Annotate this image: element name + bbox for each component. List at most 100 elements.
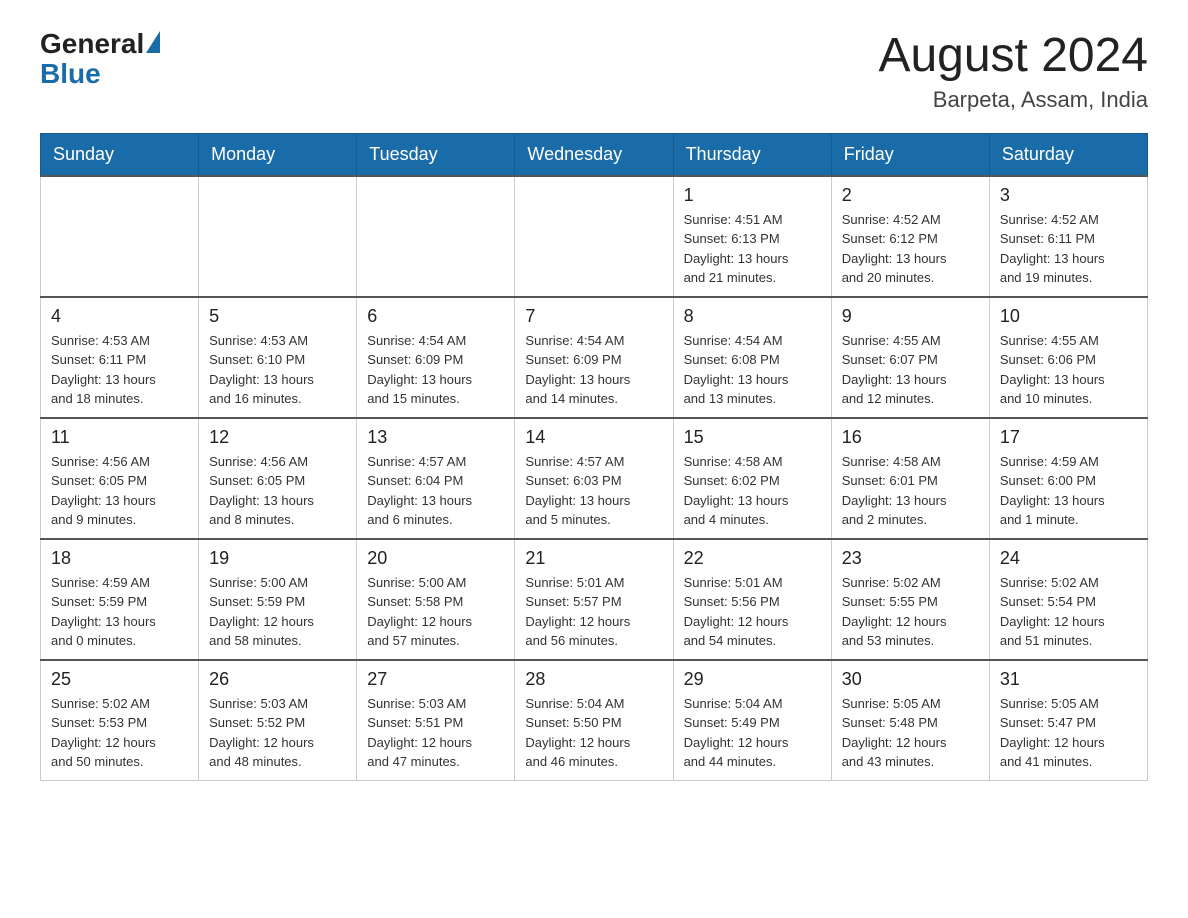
calendar-table: SundayMondayTuesdayWednesdayThursdayFrid…	[40, 133, 1148, 781]
calendar-cell: 1 Sunrise: 4:51 AMSunset: 6:13 PMDaylight…	[673, 176, 831, 297]
day-info: Sunrise: 4:54 AMSunset: 6:09 PMDaylight:…	[525, 331, 662, 409]
day-info: Sunrise: 5:02 AMSunset: 5:55 PMDaylight:…	[842, 573, 979, 651]
day-number: 1	[684, 185, 821, 206]
header-cell-sunday: Sunday	[41, 133, 199, 176]
day-info: Sunrise: 5:05 AMSunset: 5:48 PMDaylight:…	[842, 694, 979, 772]
day-info: Sunrise: 4:58 AMSunset: 6:02 PMDaylight:…	[684, 452, 821, 530]
day-info: Sunrise: 5:01 AMSunset: 5:57 PMDaylight:…	[525, 573, 662, 651]
day-info: Sunrise: 4:56 AMSunset: 6:05 PMDaylight:…	[209, 452, 346, 530]
day-number: 15	[684, 427, 821, 448]
day-number: 10	[1000, 306, 1137, 327]
day-info: Sunrise: 4:52 AMSunset: 6:11 PMDaylight:…	[1000, 210, 1137, 288]
calendar-body: 1 Sunrise: 4:51 AMSunset: 6:13 PMDaylight…	[41, 176, 1148, 781]
day-info: Sunrise: 5:04 AMSunset: 5:49 PMDaylight:…	[684, 694, 821, 772]
day-number: 18	[51, 548, 188, 569]
page-title: August 2024	[878, 30, 1148, 83]
day-number: 16	[842, 427, 979, 448]
day-number: 3	[1000, 185, 1137, 206]
week-row-4: 18 Sunrise: 4:59 AMSunset: 5:59 PMDayligh…	[41, 539, 1148, 660]
day-info: Sunrise: 4:52 AMSunset: 6:12 PMDaylight:…	[842, 210, 979, 288]
header-cell-monday: Monday	[199, 133, 357, 176]
day-info: Sunrise: 4:55 AMSunset: 6:07 PMDaylight:…	[842, 331, 979, 409]
day-info: Sunrise: 5:02 AMSunset: 5:53 PMDaylight:…	[51, 694, 188, 772]
calendar-cell: 28 Sunrise: 5:04 AMSunset: 5:50 PMDayligh…	[515, 660, 673, 781]
calendar-cell: 15 Sunrise: 4:58 AMSunset: 6:02 PMDayligh…	[673, 418, 831, 539]
calendar-cell: 11 Sunrise: 4:56 AMSunset: 6:05 PMDayligh…	[41, 418, 199, 539]
calendar-cell: 13 Sunrise: 4:57 AMSunset: 6:04 PMDayligh…	[357, 418, 515, 539]
day-number: 22	[684, 548, 821, 569]
day-number: 11	[51, 427, 188, 448]
header-cell-friday: Friday	[831, 133, 989, 176]
calendar-cell: 30Sunrise: 5:05 AMSunset: 5:48 PMDayligh…	[831, 660, 989, 781]
calendar-cell: 5 Sunrise: 4:53 AMSunset: 6:10 PMDaylight…	[199, 297, 357, 418]
day-info: Sunrise: 4:57 AMSunset: 6:04 PMDaylight:…	[367, 452, 504, 530]
calendar-cell: 3 Sunrise: 4:52 AMSunset: 6:11 PMDaylight…	[989, 176, 1147, 297]
day-info: Sunrise: 5:05 AMSunset: 5:47 PMDaylight:…	[1000, 694, 1137, 772]
calendar-cell: 22 Sunrise: 5:01 AMSunset: 5:56 PMDayligh…	[673, 539, 831, 660]
calendar-cell	[41, 176, 199, 297]
day-info: Sunrise: 5:03 AMSunset: 5:52 PMDaylight:…	[209, 694, 346, 772]
week-row-1: 1 Sunrise: 4:51 AMSunset: 6:13 PMDaylight…	[41, 176, 1148, 297]
calendar-cell	[515, 176, 673, 297]
header: General Blue August 2024 Barpeta, Assam,…	[40, 30, 1148, 113]
calendar-cell	[357, 176, 515, 297]
day-info: Sunrise: 4:51 AMSunset: 6:13 PMDaylight:…	[684, 210, 821, 288]
day-number: 4	[51, 306, 188, 327]
calendar-cell: 31 Sunrise: 5:05 AMSunset: 5:47 PMDayligh…	[989, 660, 1147, 781]
day-number: 17	[1000, 427, 1137, 448]
calendar-cell: 17 Sunrise: 4:59 AMSunset: 6:00 PMDayligh…	[989, 418, 1147, 539]
day-info: Sunrise: 4:56 AMSunset: 6:05 PMDaylight:…	[51, 452, 188, 530]
calendar-cell: 4 Sunrise: 4:53 AMSunset: 6:11 PMDaylight…	[41, 297, 199, 418]
day-info: Sunrise: 4:53 AMSunset: 6:11 PMDaylight:…	[51, 331, 188, 409]
logo-blue-text: Blue	[40, 58, 101, 89]
location-subtitle: Barpeta, Assam, India	[878, 87, 1148, 113]
day-info: Sunrise: 4:55 AMSunset: 6:06 PMDaylight:…	[1000, 331, 1137, 409]
day-info: Sunrise: 4:57 AMSunset: 6:03 PMDaylight:…	[525, 452, 662, 530]
day-info: Sunrise: 4:58 AMSunset: 6:01 PMDaylight:…	[842, 452, 979, 530]
calendar-cell: 20 Sunrise: 5:00 AMSunset: 5:58 PMDayligh…	[357, 539, 515, 660]
day-number: 29	[684, 669, 821, 690]
day-number: 6	[367, 306, 504, 327]
day-number: 28	[525, 669, 662, 690]
day-number: 25	[51, 669, 188, 690]
calendar-cell: 24Sunrise: 5:02 AMSunset: 5:54 PMDayligh…	[989, 539, 1147, 660]
day-number: 21	[525, 548, 662, 569]
day-info: Sunrise: 5:00 AMSunset: 5:58 PMDaylight:…	[367, 573, 504, 651]
calendar-cell: 8Sunrise: 4:54 AMSunset: 6:08 PMDaylight…	[673, 297, 831, 418]
day-number: 31	[1000, 669, 1137, 690]
day-number: 13	[367, 427, 504, 448]
calendar-cell: 6 Sunrise: 4:54 AMSunset: 6:09 PMDaylight…	[357, 297, 515, 418]
day-number: 9	[842, 306, 979, 327]
day-number: 20	[367, 548, 504, 569]
day-number: 26	[209, 669, 346, 690]
header-cell-wednesday: Wednesday	[515, 133, 673, 176]
day-info: Sunrise: 5:02 AMSunset: 5:54 PMDaylight:…	[1000, 573, 1137, 651]
calendar-cell: 2Sunrise: 4:52 AMSunset: 6:12 PMDaylight…	[831, 176, 989, 297]
day-info: Sunrise: 4:59 AMSunset: 6:00 PMDaylight:…	[1000, 452, 1137, 530]
day-info: Sunrise: 5:04 AMSunset: 5:50 PMDaylight:…	[525, 694, 662, 772]
calendar-cell: 12 Sunrise: 4:56 AMSunset: 6:05 PMDayligh…	[199, 418, 357, 539]
day-number: 7	[525, 306, 662, 327]
header-cell-thursday: Thursday	[673, 133, 831, 176]
calendar-cell: 26 Sunrise: 5:03 AMSunset: 5:52 PMDayligh…	[199, 660, 357, 781]
day-number: 5	[209, 306, 346, 327]
day-info: Sunrise: 4:53 AMSunset: 6:10 PMDaylight:…	[209, 331, 346, 409]
day-info: Sunrise: 5:01 AMSunset: 5:56 PMDaylight:…	[684, 573, 821, 651]
calendar-header: SundayMondayTuesdayWednesdayThursdayFrid…	[41, 133, 1148, 176]
calendar-cell: 14 Sunrise: 4:57 AMSunset: 6:03 PMDayligh…	[515, 418, 673, 539]
day-info: Sunrise: 4:54 AMSunset: 6:09 PMDaylight:…	[367, 331, 504, 409]
week-row-2: 4 Sunrise: 4:53 AMSunset: 6:11 PMDaylight…	[41, 297, 1148, 418]
day-number: 8	[684, 306, 821, 327]
day-info: Sunrise: 4:59 AMSunset: 5:59 PMDaylight:…	[51, 573, 188, 651]
calendar-cell: 9 Sunrise: 4:55 AMSunset: 6:07 PMDaylight…	[831, 297, 989, 418]
calendar-cell: 16 Sunrise: 4:58 AMSunset: 6:01 PMDayligh…	[831, 418, 989, 539]
calendar-cell: 27Sunrise: 5:03 AMSunset: 5:51 PMDayligh…	[357, 660, 515, 781]
calendar-cell	[199, 176, 357, 297]
calendar-cell: 29 Sunrise: 5:04 AMSunset: 5:49 PMDayligh…	[673, 660, 831, 781]
day-number: 23	[842, 548, 979, 569]
logo-general-text: General	[40, 30, 144, 58]
day-number: 12	[209, 427, 346, 448]
header-row: SundayMondayTuesdayWednesdayThursdayFrid…	[41, 133, 1148, 176]
day-number: 14	[525, 427, 662, 448]
calendar-cell: 25 Sunrise: 5:02 AMSunset: 5:53 PMDayligh…	[41, 660, 199, 781]
